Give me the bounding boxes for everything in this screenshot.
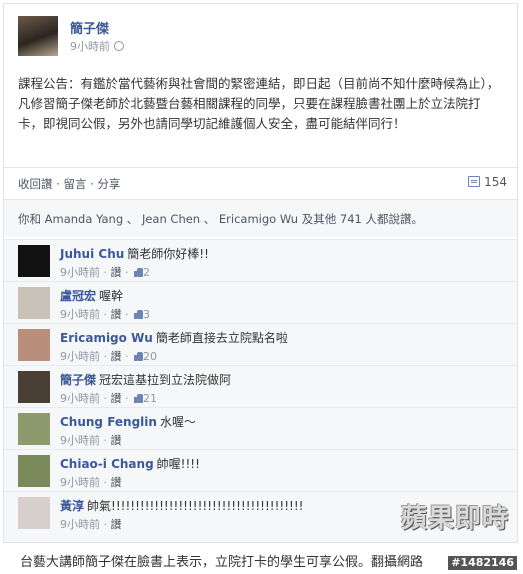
commenter-avatar[interactable] (18, 287, 50, 319)
comment-like-count[interactable]: 21 (143, 392, 157, 405)
comment-text: 水喔～ (159, 415, 196, 429)
comment-item: 簡子傑 冠宏這基拉到立法院做阿 9小時前 · 讚 · 21 (4, 365, 517, 407)
comment-item: Chung Fenglin 水喔～ 9小時前 · 讚 (4, 407, 517, 449)
commenter-avatar[interactable] (18, 371, 50, 403)
comment-item: Juhui Chu 簡老師你好棒!! 9小時前 · 讚 · 2 (4, 239, 517, 281)
likes-summary: 你和 Amanda Yang 、 Jean Chen 、 Ericamigo W… (4, 199, 517, 237)
comment-text: 喔幹 (99, 289, 124, 303)
commenter-name[interactable]: Juhui Chu (60, 247, 124, 261)
commenter-avatar[interactable] (18, 329, 50, 361)
commenter-avatar[interactable] (18, 497, 50, 529)
comment-time[interactable]: 9小時前 (60, 350, 100, 363)
commenter-name[interactable]: Chung Fenglin (60, 415, 157, 429)
commenter-name[interactable]: Ericamigo Wu (60, 331, 153, 345)
comment-meta: 9小時前 · 讚 (60, 434, 122, 447)
comment-body: 簡子傑 冠宏這基拉到立法院做阿 (60, 371, 231, 388)
comment-text: 帥喔!!!! (156, 457, 200, 471)
comment-meta: 9小時前 · 讚 (60, 518, 122, 531)
comment-link[interactable]: 留言 (63, 177, 86, 191)
comment-meta: 9小時前 · 讚 · 3 (60, 308, 150, 321)
thumbs-up-icon (134, 352, 143, 361)
likes-summary-text[interactable]: 你和 Amanda Yang 、 Jean Chen 、 Ericamigo W… (18, 211, 423, 227)
comment-meta: 9小時前 · 讚 (60, 476, 122, 489)
facebook-post-card: 簡子傑 9小時前 課程公告：有鑑於當代藝術與社會間的緊密連結，即日起（目前尚不知… (3, 3, 518, 543)
share-link[interactable]: 分享 (97, 177, 120, 191)
comment-item: Ericamigo Wu 簡老師直接去立院點名啦 9小時前 · 讚 · 20 (4, 323, 517, 365)
comment-like-link[interactable]: 讚 (111, 518, 122, 531)
commenter-avatar[interactable] (18, 245, 50, 277)
comment-time[interactable]: 9小時前 (60, 308, 100, 321)
audience-globe-icon (114, 41, 124, 51)
comment-like-count[interactable]: 20 (143, 350, 157, 363)
thumbs-up-icon (134, 310, 143, 319)
commenter-avatar[interactable] (18, 455, 50, 487)
comment-item: 盧冠宏 喔幹 9小時前 · 讚 · 3 (4, 281, 517, 323)
comment-body: Chiao-i Chang 帥喔!!!! (60, 455, 200, 472)
post-body-text: 課程公告：有鑑於當代藝術與社會間的緊密連結，即日起（目前尚不知什麼時候為止），凡… (18, 76, 500, 131)
watermark-logo: 蘋果即時 (400, 504, 509, 534)
commenter-name[interactable]: 簡子傑 (60, 373, 96, 387)
post-timestamp[interactable]: 9小時前 (70, 38, 124, 54)
comment-text: 冠宏這基拉到立法院做阿 (99, 373, 232, 387)
comment-text: 簡老師直接去立院點名啦 (155, 331, 288, 345)
comment-body: Chung Fenglin 水喔～ (60, 413, 196, 430)
comment-time[interactable]: 9小時前 (60, 476, 100, 489)
comment-time[interactable]: 9小時前 (60, 392, 100, 405)
photo-caption: 台藝大講師簡子傑在臉書上表示，立院打卡的學生可享公假。翻攝網路 (20, 555, 424, 570)
photo-id: #1482146 (448, 556, 517, 570)
comment-body: 盧冠宏 喔幹 (60, 287, 123, 304)
comment-time[interactable]: 9小時前 (60, 518, 100, 531)
comment-like-link[interactable]: 讚 (111, 350, 122, 363)
comment-body: 黃淳 帥氣!!!!!!!!!!!!!!!!!!!!!!!!!!!!!!!!!!!!… (60, 497, 303, 514)
comment-like-link[interactable]: 讚 (111, 476, 122, 489)
comment-meta: 9小時前 · 讚 · 2 (60, 266, 150, 279)
comment-like-count[interactable]: 2 (143, 266, 150, 279)
comment-text: 帥氣!!!!!!!!!!!!!!!!!!!!!!!!!!!!!!!!!!!!!!… (87, 499, 304, 513)
comment-meta: 9小時前 · 讚 · 20 (60, 350, 157, 363)
comment-like-link[interactable]: 讚 (111, 308, 122, 321)
unlike-link[interactable]: 收回讚 (18, 177, 53, 191)
commenter-name[interactable]: 黃淳 (60, 499, 84, 513)
separator: · (52, 177, 64, 191)
post-action-bar: 收回讚 · 留言 · 分享 154 (4, 167, 517, 197)
commenter-avatar[interactable] (18, 413, 50, 445)
post-actions: 收回讚 · 留言 · 分享 (18, 176, 120, 192)
thumbs-up-icon (134, 394, 143, 403)
commenter-name[interactable]: Chiao-i Chang (60, 457, 154, 471)
author-avatar[interactable] (18, 16, 58, 56)
author-name[interactable]: 簡子傑 (70, 18, 109, 37)
caption-bar: 台藝大講師簡子傑在臉書上表示，立院打卡的學生可享公假。翻攝網路 (0, 543, 523, 574)
share-count[interactable]: 154 (468, 175, 507, 189)
comment-time[interactable]: 9小時前 (60, 434, 100, 447)
comment-item: Chiao-i Chang 帥喔!!!! 9小時前 · 讚 (4, 449, 517, 491)
comment-text: 簡老師你好棒!! (127, 247, 209, 261)
comment-body: Ericamigo Wu 簡老師直接去立院點名啦 (60, 329, 288, 346)
thumbs-up-icon (134, 268, 143, 277)
commenter-name[interactable]: 盧冠宏 (60, 289, 96, 303)
comment-like-count[interactable]: 3 (143, 308, 150, 321)
comment-body: Juhui Chu 簡老師你好棒!! (60, 245, 209, 262)
comment-like-link[interactable]: 讚 (111, 392, 122, 405)
share-icon (468, 176, 481, 187)
separator: · (86, 177, 98, 191)
comment-meta: 9小時前 · 讚 · 21 (60, 392, 157, 405)
comment-like-link[interactable]: 讚 (111, 266, 122, 279)
comment-like-link[interactable]: 讚 (111, 434, 122, 447)
comment-time[interactable]: 9小時前 (60, 266, 100, 279)
